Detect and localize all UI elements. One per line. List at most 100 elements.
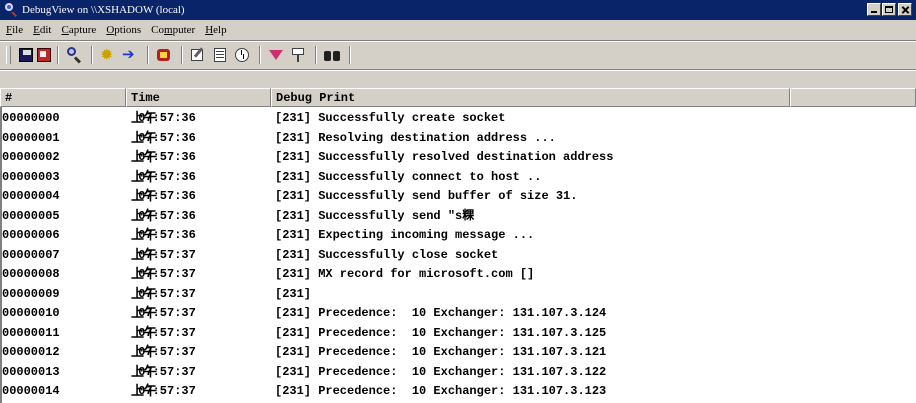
table-row[interactable]: 00000008 上午 07:57:37 [231] MX record for m… [0,265,916,285]
row-time: 上午 07:57:37 [131,286,196,302]
row-message: [231] Precedence: 10 Exchanger: 131.107.… [275,306,607,320]
log-rows: 00000000 上午 07:57:36 [231] Successfully cr… [0,109,916,402]
capture-kernel-icon[interactable] [155,46,173,64]
row-message: [231] Precedence: 10 Exchanger: 131.107.… [275,325,607,340]
row-time: 上午 07:57:36 [131,169,196,185]
row-number: 00000004 [2,189,60,203]
log-icon[interactable] [211,46,229,64]
row-number: 00000006 [2,228,60,242]
menu-help[interactable]: Help [200,24,231,36]
toolbar-separator [91,46,93,64]
minimize-button[interactable] [867,3,881,16]
debugview-window: DebugView on \\XSHADOW (local) File Edit… [0,0,916,403]
capture-gear-icon[interactable] [99,45,117,64]
toolbar-grip[interactable] [6,46,11,64]
maximize-button[interactable] [882,3,896,16]
toolbar-separator [147,46,149,64]
row-message: [231] MX record for microsoft.com [] [275,267,535,281]
row-time: 上午 07:57:36 [131,228,196,243]
row-message: [231] Successfully connect to host .. [275,169,542,184]
row-message: [231] Precedence: 10 Exchanger: 131.107.… [275,384,607,398]
menu-options[interactable]: Options [101,24,146,36]
list-header: # Time Debug Print [0,88,916,107]
row-message: [231] Expecting incoming message ... [275,228,535,242]
find-icon[interactable] [65,46,83,64]
row-time: 上午 07:57:37 [131,306,196,321]
row-time: 上午 07:57:37 [131,325,196,341]
row-message: [231] Successfully send buffer of size 3… [275,189,578,203]
toolbar-separator [57,46,59,64]
capture-arrow-icon[interactable] [121,45,139,64]
row-number: 00000002 [2,150,60,164]
row-time: 上午 07:57:37 [131,384,196,399]
table-row[interactable]: 00000012 上午 07:57:37 [231] Precedence: 10 … [0,343,916,363]
row-message: [231] Successfully close socket [275,247,499,262]
clock-icon[interactable] [233,46,251,64]
close-button[interactable] [898,3,912,16]
row-time: 上午 07:57:37 [131,267,196,282]
row-time: 上午 07:57:37 [131,345,196,360]
highlight-icon[interactable] [289,46,307,64]
column-header-empty[interactable] [790,88,916,107]
table-row[interactable]: 00000010 上午 07:57:37 [231] Precedence: 10 … [0,304,916,324]
row-number: 00000013 [2,364,60,379]
menu-capture[interactable]: Capture [56,24,101,36]
row-message: [231] Resolving destination address ... [275,130,556,145]
row-number: 00000012 [2,345,60,359]
table-row[interactable]: 00000002 上午 07:57:36 [231] Successfully re… [0,148,916,168]
table-row[interactable]: 00000011 上午 07:57:37 [231] Precedence: 10 … [0,324,916,344]
save-icon[interactable] [19,48,33,62]
column-header-debug-print[interactable]: Debug Print [271,88,790,107]
table-row[interactable]: 00000005 上午 07:57:36 [231] Successfully se… [0,207,916,227]
toolbar-separator [349,46,351,64]
table-row[interactable]: 00000004 上午 07:57:36 [231] Successfully se… [0,187,916,207]
row-message: [231] Precedence: 10 Exchanger: 131.107.… [275,364,607,379]
edit-icon[interactable] [189,46,207,64]
menu-bar: File Edit Capture Options Computer Help [0,20,916,40]
row-message: [231] Successfully send "s粿 [275,208,475,223]
row-message: [231] Successfully create socket [275,111,506,125]
row-number: 00000001 [2,130,60,145]
table-row[interactable]: 00000009 上午 07:57:37 [231] [0,285,916,305]
row-number: 00000014 [2,384,60,398]
row-message: [231] [275,286,312,301]
table-row[interactable]: 00000007 上午 07:57:37 [231] Successfully cl… [0,246,916,266]
toolbar-divider [0,69,916,71]
table-row[interactable]: 00000013 上午 07:57:37 [231] Precedence: 10 … [0,363,916,383]
menu-computer[interactable]: Computer [146,24,200,36]
row-message: [231] Successfully resolved destination … [275,150,614,164]
column-header-time[interactable]: Time [126,88,271,107]
row-number: 00000005 [2,208,60,223]
toolbar-separator [259,46,261,64]
row-number: 00000011 [2,325,60,340]
column-header-number[interactable]: # [0,88,126,107]
binoculars-icon[interactable] [323,46,341,64]
toolbar-separator [181,46,183,64]
table-row[interactable]: 00000003 上午 07:57:36 [231] Successfully co… [0,168,916,188]
row-time: 上午 07:57:36 [131,189,196,204]
toolbar [0,42,916,68]
clear-display-icon[interactable] [37,48,51,62]
window-title: DebugView on \\XSHADOW (local) [22,4,185,16]
table-row[interactable]: 00000001 上午 07:57:36 [231] Resolving desti… [0,129,916,149]
row-time: 上午 07:57:37 [131,364,196,380]
row-number: 00000008 [2,267,60,281]
row-message: [231] Precedence: 10 Exchanger: 131.107.… [275,345,607,359]
title-bar[interactable]: DebugView on \\XSHADOW (local) [0,0,916,20]
row-time: 上午 07:57:37 [131,247,196,263]
row-time: 上午 07:57:36 [131,150,196,165]
debugview-app-icon[interactable] [4,3,18,17]
row-number: 00000000 [2,111,60,125]
toolbar-separator [315,46,317,64]
row-time: 上午 07:57:36 [131,130,196,146]
row-time: 上午 07:57:36 [131,111,196,126]
table-row[interactable]: 00000006 上午 07:57:36 [231] Expecting incom… [0,226,916,246]
filter-icon[interactable] [267,46,285,64]
row-number: 00000010 [2,306,60,320]
menu-edit[interactable]: Edit [28,24,56,36]
table-row[interactable]: 00000014 上午 07:57:37 [231] Precedence: 10 … [0,382,916,402]
table-row[interactable]: 00000000 上午 07:57:36 [231] Successfully cr… [0,109,916,129]
window-controls [866,3,912,16]
row-time: 上午 07:57:36 [131,208,196,224]
menu-file[interactable]: File [0,24,28,36]
